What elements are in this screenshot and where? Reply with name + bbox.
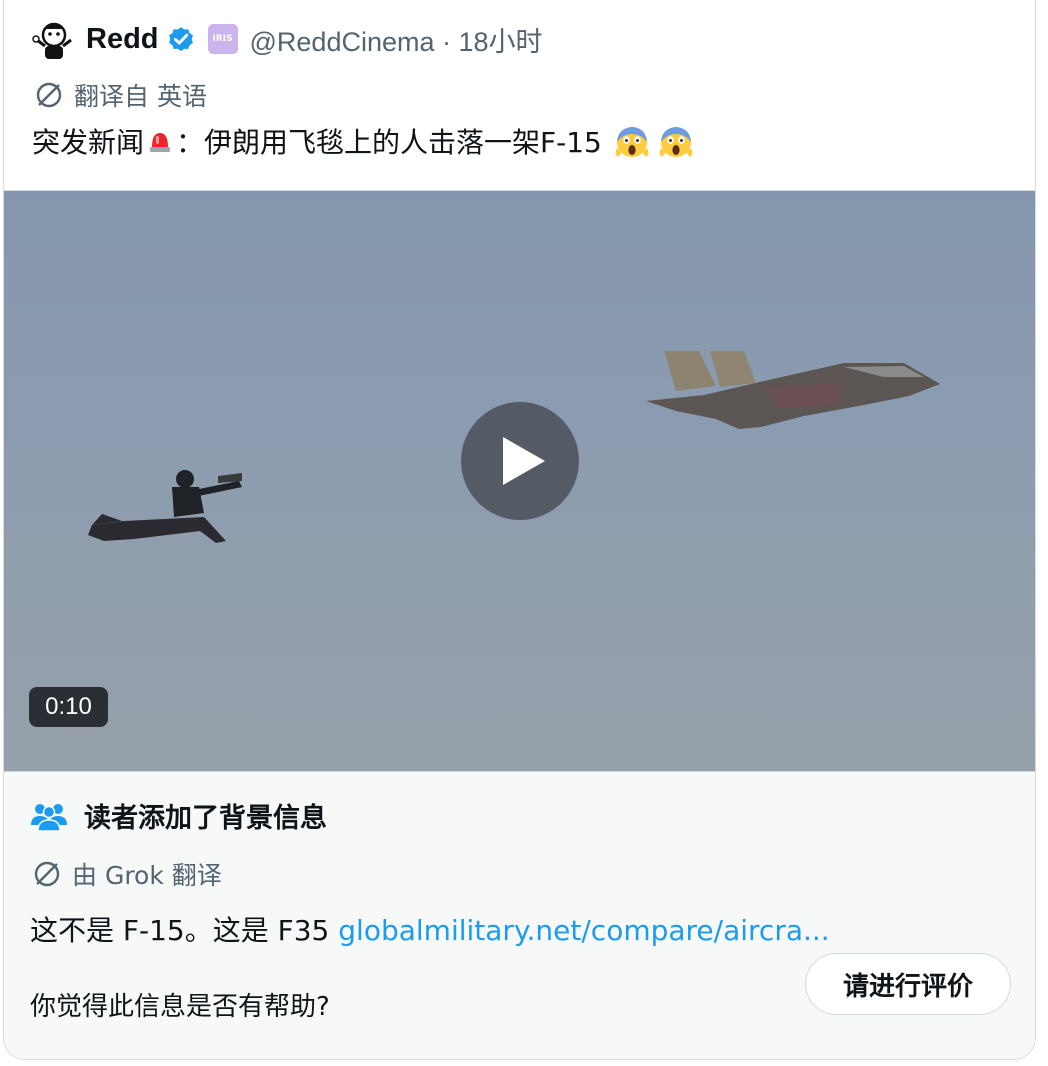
note-body-text: 这不是 F-15。这是 F35	[30, 914, 339, 947]
tweet-header: Redd IRIS @ReddCinema · 18小时	[30, 15, 543, 63]
community-note-body: 这不是 F-15。这是 F35 globalmilitary.net/compa…	[30, 909, 830, 949]
rate-it-button[interactable]: 请进行评价	[805, 953, 1011, 1015]
handle-and-timestamp[interactable]: @ReddCinema · 18小时	[250, 20, 543, 59]
display-name[interactable]: Redd	[86, 23, 159, 56]
community-note-title[interactable]: 读者添加了背景信息	[30, 796, 327, 835]
tweet-card[interactable]: Redd IRIS @ReddCinema · 18小时 翻译自 英语 突发新闻…	[3, 0, 1036, 1060]
jet-image	[646, 351, 940, 429]
video-duration-badge: 0:10	[29, 687, 108, 727]
note-source-link[interactable]: globalmilitary.net/compare/aircra...	[338, 914, 829, 947]
translate-icon	[36, 82, 62, 108]
note-translated-by-label: 由 Grok 翻译	[32, 856, 222, 892]
tweet-text-part-2: ：伊朗用飞毯上的人击落一架F-15	[176, 126, 602, 159]
scream-emoji-icon	[658, 123, 694, 159]
tweet-text-part-1: 突发新闻	[32, 126, 145, 159]
people-icon	[31, 803, 67, 831]
org-badge-icon[interactable]: IRIS	[207, 24, 238, 54]
play-button[interactable]	[461, 402, 579, 520]
scream-emoji-icon	[614, 123, 650, 159]
carpet-man-image	[88, 470, 242, 543]
note-translated-by-text: 由 Grok 翻译	[72, 861, 222, 890]
avatar[interactable]	[30, 15, 78, 63]
video-player[interactable]: 0:10	[4, 190, 1035, 772]
community-note: 读者添加了背景信息 由 Grok 翻译 这不是 F-15。这是 F35 glob…	[4, 772, 1035, 1059]
play-icon	[503, 437, 545, 485]
helpful-question: 你觉得此信息是否有帮助?	[30, 992, 330, 1022]
translated-from-label: 翻译自 英语	[34, 77, 207, 113]
translate-icon	[34, 861, 60, 887]
translated-from-text: 翻译自 英语	[74, 82, 207, 111]
verified-badge-icon	[166, 24, 196, 54]
community-note-title-text: 读者添加了背景信息	[84, 803, 327, 834]
tweet-text: 突发新闻 ：伊朗用飞毯上的人击落一架F-15	[32, 121, 696, 161]
siren-emoji-icon	[146, 127, 174, 155]
